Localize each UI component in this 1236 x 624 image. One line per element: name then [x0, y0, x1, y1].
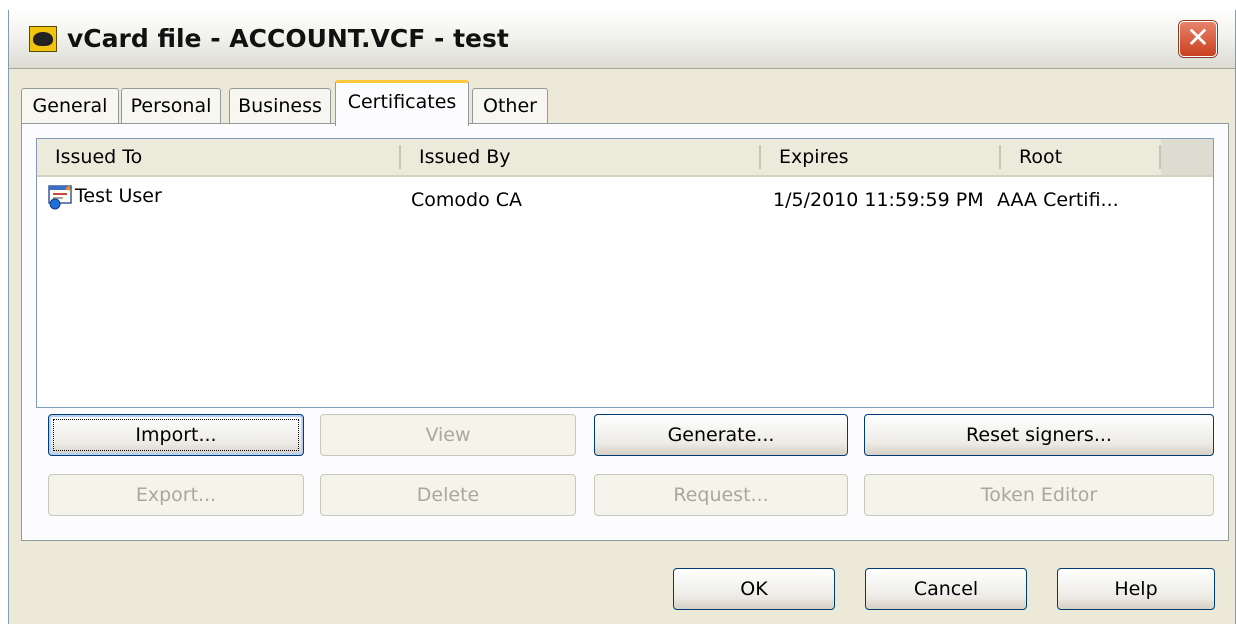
close-icon[interactable]: ✕ [1179, 21, 1217, 57]
cell-issued-to: Test User [75, 185, 162, 207]
certificate-list[interactable]: Issued To Issued By Expires Root Test Us… [36, 138, 1214, 408]
list-header: Issued To Issued By Expires Root [37, 139, 1213, 177]
title-bar[interactable]: vCard file - ACCOUNT.VCF - test ✕ [9, 10, 1235, 69]
reset-signers-button[interactable]: Reset signers... [864, 414, 1214, 456]
column-expires[interactable]: Expires [761, 139, 997, 175]
header-filler [1161, 139, 1213, 175]
export-button[interactable]: Export... [48, 474, 304, 516]
generate-button[interactable]: Generate... [594, 414, 848, 456]
ok-button[interactable]: OK [673, 568, 835, 610]
cell-root: AAA Certifi... [997, 189, 1119, 211]
view-button[interactable]: View [320, 414, 576, 456]
token-editor-button[interactable]: Token Editor [864, 474, 1214, 516]
tab-personal[interactable]: Personal [121, 88, 221, 124]
tab-certificates[interactable]: Certificates [335, 80, 469, 126]
tab-other[interactable]: Other [472, 88, 548, 124]
bat-icon [29, 26, 57, 52]
request-button[interactable]: Request... [594, 474, 848, 516]
window-title: vCard file - ACCOUNT.VCF - test [67, 24, 509, 53]
table-row[interactable]: Test User Comodo CA 1/5/2010 11:59:59 PM… [37, 179, 1213, 213]
column-issued-by[interactable]: Issued By [401, 139, 757, 175]
delete-button[interactable]: Delete [320, 474, 576, 516]
column-issued-to[interactable]: Issued To [37, 139, 397, 175]
help-button[interactable]: Help [1057, 568, 1215, 610]
cancel-button[interactable]: Cancel [865, 568, 1027, 610]
cell-issued-by: Comodo CA [411, 189, 523, 211]
tab-general[interactable]: General [21, 88, 119, 124]
import-button[interactable]: Import... [48, 414, 304, 456]
vcard-dialog: vCard file - ACCOUNT.VCF - test ✕ Genera… [8, 10, 1236, 624]
column-root[interactable]: Root [1001, 139, 1157, 175]
cell-expires: 1/5/2010 11:59:59 PM [773, 189, 984, 211]
tab-business[interactable]: Business [229, 88, 331, 124]
certificates-panel: Issued To Issued By Expires Root Test Us… [21, 123, 1229, 541]
certificate-icon [48, 185, 72, 210]
